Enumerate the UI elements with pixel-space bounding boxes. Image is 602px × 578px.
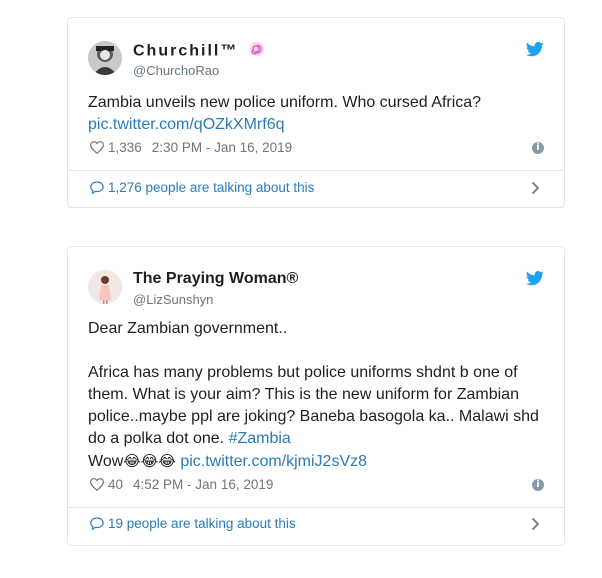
like-count[interactable]: 1,336 [108, 140, 142, 155]
twitter-bird-icon[interactable] [525, 42, 544, 57]
heart-icon[interactable] [90, 141, 104, 154]
tweet-text-line: Dear Zambian government.. [88, 320, 288, 337]
tweet-text-line: Africa has many problems but police unif… [88, 364, 518, 381]
avatar[interactable] [88, 270, 122, 304]
tweet-text: Zambia unveils new police uniform. Who c… [88, 92, 544, 136]
tweet-text-fragment: do a polka dot one. [88, 430, 229, 447]
swirl-emoji-icon [249, 41, 265, 62]
tweet-text-line: Zambia unveils new police uniform. Who c… [88, 94, 482, 111]
display-name[interactable]: Churchill™ [133, 41, 265, 62]
tweet-text-line: them. What is your aim? This is the new … [88, 386, 519, 403]
info-icon[interactable]: i [532, 142, 544, 154]
tweet-card[interactable]: The Praying Woman® @LizSunshyn Dear Zamb… [67, 246, 565, 546]
heart-icon[interactable] [90, 478, 104, 491]
chat-bubble-icon [90, 517, 104, 530]
talking-count[interactable]: 19 people are talking about this [108, 516, 296, 531]
divider [68, 170, 564, 171]
display-name-text[interactable]: Churchill™ [133, 43, 238, 60]
tweet-header: Churchill™ @ChurchoRao [88, 39, 544, 79]
hashtag-link[interactable]: #Zambia [229, 430, 291, 447]
chat-bubble-icon [90, 181, 104, 194]
conversation-link[interactable]: 1,276 people are talking about this [90, 179, 544, 199]
tweet-text-line: do a polka dot one. #Zambia [88, 428, 544, 450]
display-name[interactable]: The Praying Woman® [133, 270, 298, 288]
avatar[interactable] [88, 41, 122, 75]
tweet-media-link[interactable]: pic.twitter.com/qOZkXMrf6q [88, 114, 544, 136]
tweet-text: Dear Zambian government.. Africa has man… [88, 318, 544, 473]
chevron-right-icon[interactable] [531, 181, 540, 195]
tweet-header: The Praying Woman® @LizSunshyn [88, 268, 544, 308]
timestamp[interactable]: 2:30 PM - Jan 16, 2019 [152, 140, 292, 155]
handle[interactable]: @LizSunshyn [133, 292, 213, 307]
conversation-link[interactable]: 19 people are talking about this [90, 515, 544, 535]
timestamp[interactable]: 4:52 PM - Jan 16, 2019 [133, 477, 273, 492]
like-count[interactable]: 40 [108, 477, 123, 492]
divider [68, 507, 564, 508]
tweet-text-line: police..maybe ppl are joking? Baneba bas… [88, 408, 539, 425]
tweet-card[interactable]: Churchill™ @ChurchoRao Zambia unveils ne… [67, 17, 565, 208]
talking-count[interactable]: 1,276 people are talking about this [108, 180, 314, 195]
info-icon[interactable]: i [532, 479, 544, 491]
tweet-media-link[interactable]: pic.twitter.com/kjmiJ2sVz8 [180, 453, 367, 470]
handle[interactable]: @ChurchoRao [133, 63, 219, 78]
twitter-bird-icon[interactable] [525, 271, 544, 286]
laughing-emoji-icon: 😂😂😂 [123, 452, 176, 470]
chevron-right-icon[interactable] [531, 517, 540, 531]
tweet-meta: 40 4:52 PM - Jan 16, 2019 i [90, 476, 544, 496]
tweet-meta: 1,336 2:30 PM - Jan 16, 2019 i [90, 139, 544, 159]
tweet-text-line: Wow😂😂😂 pic.twitter.com/kjmiJ2sVz8 [88, 450, 544, 473]
tweet-text-fragment: Wow [88, 453, 124, 470]
